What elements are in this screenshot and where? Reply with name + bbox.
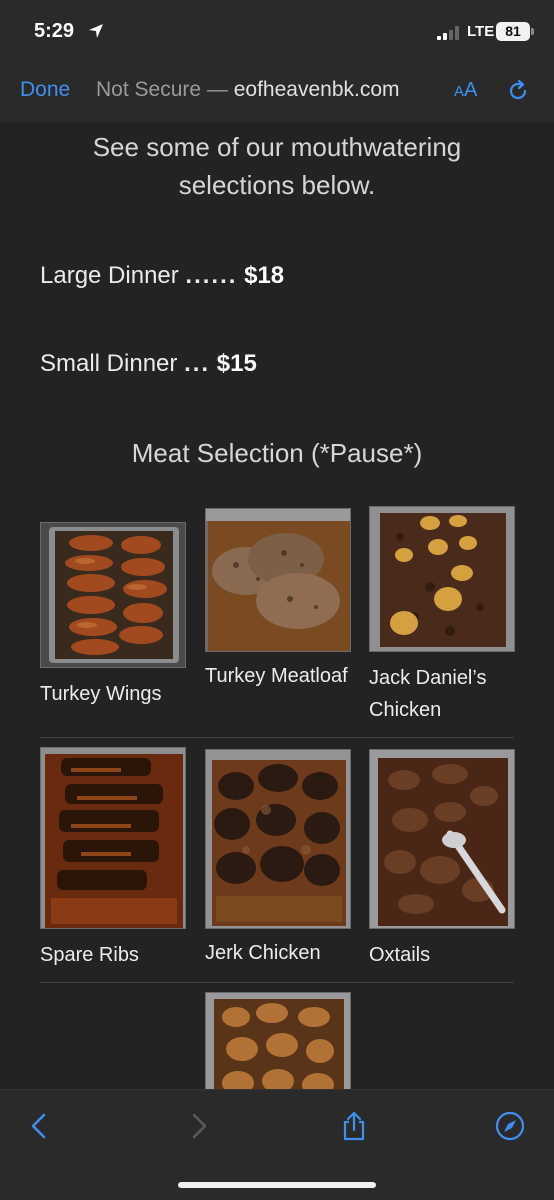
intro-text: See some of our mouthwatering selections…: [92, 132, 462, 200]
done-button[interactable]: Done: [20, 78, 70, 102]
back-chevron-icon[interactable]: [24, 1110, 56, 1142]
chicken-dish-photo[interactable]: [205, 992, 351, 1089]
price-dots: ...: [184, 350, 211, 377]
aa-large-glyph: A: [464, 79, 478, 101]
network-type: LTE: [467, 23, 495, 40]
price-small-dinner: Small Dinner ... $15: [40, 350, 257, 378]
status-bar: 5:29 LTE 81: [0, 0, 554, 62]
spare-ribs-photo[interactable]: [40, 747, 186, 929]
item-caption: Turkey Meatloaf: [205, 665, 348, 687]
jack-daniels-chicken-photo[interactable]: [369, 506, 515, 652]
home-indicator: [178, 1182, 376, 1188]
location-arrow-icon: [89, 24, 103, 38]
item-caption: Turkey Wings: [40, 683, 162, 705]
forward-chevron-icon[interactable]: [182, 1110, 214, 1142]
price-dots: ......: [185, 262, 238, 289]
battery-level: 81: [505, 23, 521, 39]
price-value: $18: [244, 262, 285, 289]
status-time: 5:29: [34, 20, 75, 42]
reader-text-size-button[interactable]: AA: [454, 79, 477, 102]
turkey-wings-photo[interactable]: [40, 522, 186, 668]
item-caption: Spare Ribs: [40, 944, 139, 966]
url-domain: eofheavenbk.com: [233, 78, 400, 101]
page-content: See some of our mouthwatering selections…: [0, 122, 554, 1089]
item-caption: Jack Daniel’s Chicken: [369, 667, 487, 721]
battery-tip: [531, 28, 534, 35]
row-divider: [40, 737, 514, 738]
battery-icon: 81: [496, 22, 530, 41]
price-label: Large Dinner: [40, 262, 179, 289]
url-security-label: Not Secure —: [96, 78, 234, 101]
jerk-chicken-photo[interactable]: [205, 749, 351, 929]
cellular-signal-icon: [437, 26, 459, 40]
price-large-dinner: Large Dinner ...... $18: [40, 262, 284, 290]
price-value: $15: [216, 350, 257, 377]
row-divider: [40, 982, 514, 983]
browser-toolbar: Done Not Secure — eofheavenbk.com AA: [0, 62, 554, 122]
oxtails-photo[interactable]: [369, 749, 515, 929]
turkey-meatloaf-photo[interactable]: [205, 508, 351, 652]
item-caption: Jerk Chicken: [205, 942, 321, 964]
reload-icon[interactable]: [506, 79, 530, 103]
aa-small-glyph: A: [454, 83, 465, 100]
item-caption: Oxtails: [369, 944, 431, 966]
price-label: Small Dinner: [40, 350, 178, 377]
share-icon[interactable]: [338, 1110, 370, 1142]
meat-selection-title: Meat Selection (*Pause*): [131, 438, 423, 468]
compass-icon[interactable]: [494, 1110, 526, 1142]
url-bar[interactable]: Not Secure — eofheavenbk.com: [96, 78, 400, 102]
